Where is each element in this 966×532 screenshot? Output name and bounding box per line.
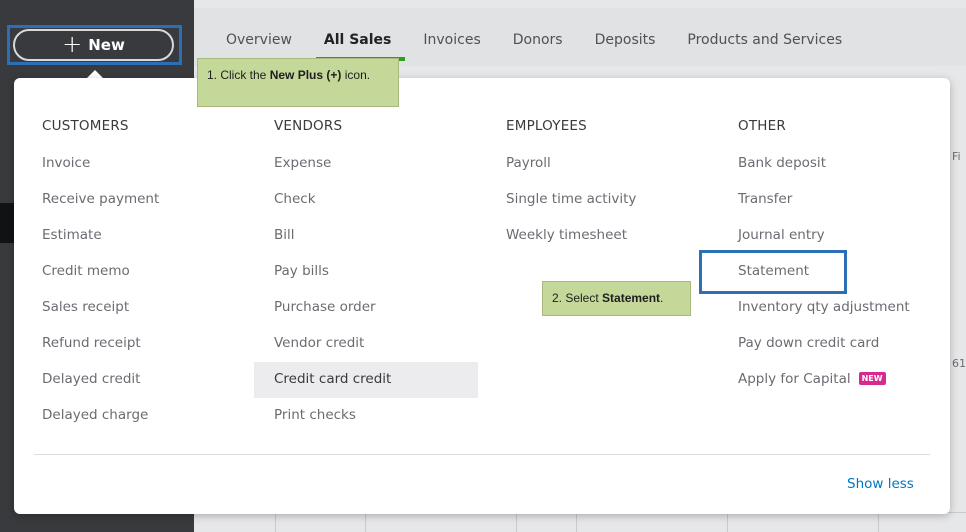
background-value-fragment: 61 xyxy=(952,357,966,370)
menu-item-delayed-credit[interactable]: Delayed credit xyxy=(42,371,140,387)
menu-item-credit-memo[interactable]: Credit memo xyxy=(42,263,130,279)
menu-item-receive-payment[interactable]: Receive payment xyxy=(42,191,159,207)
new-button-label: New xyxy=(88,36,125,54)
menu-item-vendor-credit[interactable]: Vendor credit xyxy=(274,335,364,351)
tab-all-sales[interactable]: All Sales xyxy=(315,32,406,61)
background-column-fragment: Fi xyxy=(952,150,961,163)
apply-for-capital-label: Apply for Capital xyxy=(738,371,851,387)
menu-item-print-checks[interactable]: Print checks xyxy=(274,407,356,423)
show-less-link[interactable]: Show less xyxy=(847,476,914,492)
menu-item-credit-card-credit[interactable]: Credit card credit xyxy=(274,371,391,387)
menu-item-bank-deposit[interactable]: Bank deposit xyxy=(738,155,826,171)
tab-overview[interactable]: Overview xyxy=(226,32,292,48)
new-badge: NEW xyxy=(858,372,886,385)
other-heading: OTHER xyxy=(738,118,786,134)
menu-item-bill[interactable]: Bill xyxy=(274,227,295,243)
step-1-prefix: 1. Click the xyxy=(207,68,270,82)
menu-item-transfer[interactable]: Transfer xyxy=(738,191,792,207)
new-plus-button[interactable]: + New xyxy=(13,29,174,61)
vendors-heading: VENDORS xyxy=(274,118,343,134)
menu-item-single-time-activity[interactable]: Single time activity xyxy=(506,191,636,207)
menu-item-estimate[interactable]: Estimate xyxy=(42,227,102,243)
menu-item-sales-receipt[interactable]: Sales receipt xyxy=(42,299,129,315)
create-new-menu: CUSTOMERS Invoice Receive payment Estima… xyxy=(14,78,950,514)
step-1-callout: 1. Click the New Plus (+) icon. xyxy=(197,58,399,107)
menu-item-inventory-qty-adjustment[interactable]: Inventory qty adjustment xyxy=(738,299,910,315)
menu-item-refund-receipt[interactable]: Refund receipt xyxy=(42,335,141,351)
plus-icon: + xyxy=(62,30,83,58)
tab-deposits[interactable]: Deposits xyxy=(595,32,656,48)
tab-invoices[interactable]: Invoices xyxy=(423,32,480,48)
step-2-prefix: 2. Select xyxy=(552,291,603,305)
menu-divider xyxy=(34,454,930,455)
menu-item-pay-bills[interactable]: Pay bills xyxy=(274,263,329,279)
customers-heading: CUSTOMERS xyxy=(42,118,129,134)
menu-item-apply-for-capital[interactable]: Apply for Capital NEW xyxy=(738,371,886,387)
background-table-grid xyxy=(238,512,966,532)
menu-item-purchase-order[interactable]: Purchase order xyxy=(274,299,376,315)
sales-tabs: Overview All Sales Invoices Donors Depos… xyxy=(226,32,842,61)
menu-item-statement[interactable]: Statement xyxy=(738,263,809,279)
step-2-callout: 2. Select Statement. xyxy=(542,281,691,316)
menu-item-weekly-timesheet[interactable]: Weekly timesheet xyxy=(506,227,627,243)
menu-item-payroll[interactable]: Payroll xyxy=(506,155,551,171)
tab-products-and-services[interactable]: Products and Services xyxy=(687,32,842,48)
step-2-suffix: . xyxy=(660,291,664,305)
menu-item-check[interactable]: Check xyxy=(274,191,316,207)
sidebar-selected-strip xyxy=(0,203,14,243)
tab-donors[interactable]: Donors xyxy=(513,32,563,48)
menu-item-pay-down-credit-card[interactable]: Pay down credit card xyxy=(738,335,879,351)
step-1-bold: New Plus (+) xyxy=(269,68,342,82)
step-2-bold: Statement xyxy=(602,291,661,305)
menu-item-invoice[interactable]: Invoice xyxy=(42,155,90,171)
step-1-suffix: icon. xyxy=(341,68,371,82)
menu-item-journal-entry[interactable]: Journal entry xyxy=(738,227,825,243)
employees-heading: EMPLOYEES xyxy=(506,118,587,134)
menu-item-expense[interactable]: Expense xyxy=(274,155,331,171)
menu-item-delayed-charge[interactable]: Delayed charge xyxy=(42,407,148,423)
